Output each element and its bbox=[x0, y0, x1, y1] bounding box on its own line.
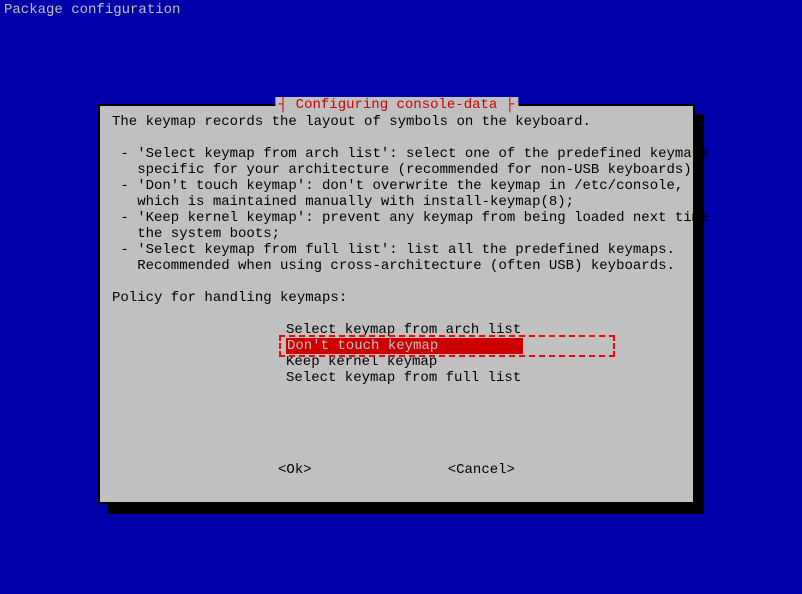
option-select-arch[interactable]: Select keymap from arch list bbox=[286, 322, 681, 338]
title-bracket-right: ├ bbox=[506, 97, 514, 113]
bullet-line: - 'Don't touch keymap': don't overwrite … bbox=[112, 178, 681, 194]
bullet-line: which is maintained manually with instal… bbox=[112, 194, 681, 210]
options-list: Select keymap from arch list Don't touch… bbox=[286, 322, 681, 386]
dialog-title: ┤ Configuring console-data ├ bbox=[275, 97, 518, 113]
bullet-line: - 'Keep kernel keymap': prevent any keym… bbox=[112, 210, 681, 226]
intro-text: The keymap records the layout of symbols… bbox=[112, 114, 681, 130]
button-row: <Ok> <Cancel> bbox=[100, 462, 693, 478]
option-keep-kernel[interactable]: Keep kernel keymap bbox=[286, 354, 681, 370]
bullet-line: the system boots; bbox=[112, 226, 681, 242]
prompt-text: Policy for handling keymaps: bbox=[112, 290, 681, 306]
page-header: Package configuration bbox=[4, 2, 180, 18]
config-dialog: ┤ Configuring console-data ├ The keymap … bbox=[98, 104, 695, 504]
option-dont-touch[interactable]: Don't touch keymap bbox=[286, 338, 523, 354]
option-select-full[interactable]: Select keymap from full list bbox=[286, 370, 681, 386]
bullet-line: specific for your architecture (recommen… bbox=[112, 162, 681, 178]
bullet-line: Recommended when using cross-architectur… bbox=[112, 258, 681, 274]
dialog-content: The keymap records the layout of symbols… bbox=[112, 114, 681, 386]
ok-button[interactable]: <Ok> bbox=[278, 462, 312, 478]
option-dont-touch-wrapper: Don't touch keymap bbox=[286, 338, 523, 354]
bullet-line: - 'Select keymap from full list': list a… bbox=[112, 242, 681, 258]
cancel-button[interactable]: <Cancel> bbox=[448, 462, 515, 478]
title-text: Configuring console-data bbox=[287, 97, 505, 113]
bullet-line: - 'Select keymap from arch list': select… bbox=[112, 146, 681, 162]
bullet-list: - 'Select keymap from arch list': select… bbox=[112, 146, 681, 274]
